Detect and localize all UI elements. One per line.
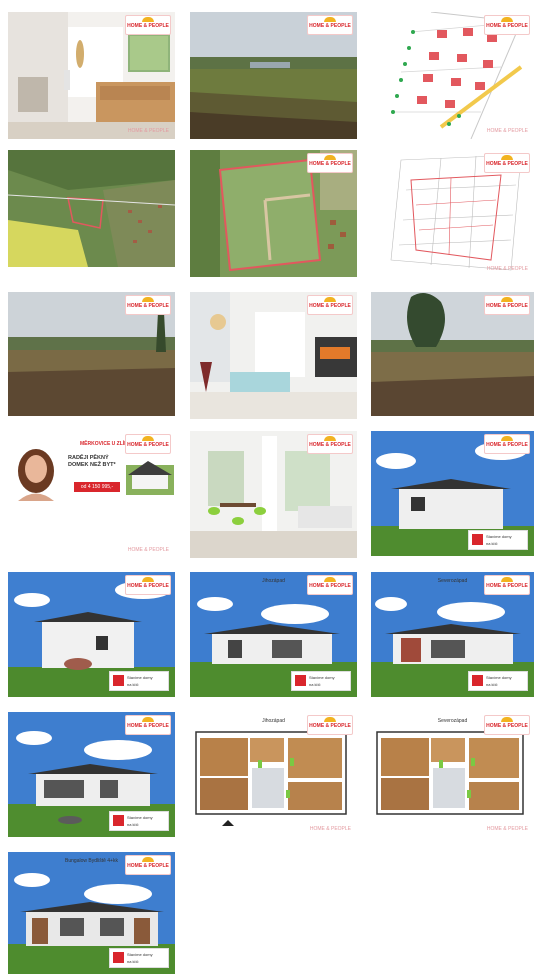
gallery-thumb-16[interactable]: HOME & PEOPLE Stavíme domy na klíč — [8, 712, 175, 837]
promo-location: MĚRKOVICE U ZLÍNA — [80, 441, 132, 447]
promo-price: od 4 150 995,- — [74, 482, 120, 492]
brand-logo: HOME & PEOPLE — [307, 295, 353, 315]
watermark: HOME & PEOPLE — [486, 266, 528, 272]
gallery-thumb-18[interactable]: Severozápad HOME & PEOPLE HOME & PEOPLE — [371, 712, 534, 837]
gallery-thumb-13[interactable]: HOME & PEOPLE Stavíme domy na klíč — [8, 572, 175, 697]
brand-logo: HOME & PEOPLE — [125, 715, 171, 735]
promo-title: RADĚJI PĚKNÝ DOMEK NEŽ BYT* — [68, 455, 116, 468]
company-badge: Stavíme domy na klíč — [291, 671, 351, 691]
gallery-thumb-7[interactable]: HOME & PEOPLE — [8, 292, 175, 416]
gallery-thumb-6[interactable]: HOME & PEOPLE HOME & PEOPLE — [371, 150, 534, 277]
company-badge: Stavíme domy na klíč — [109, 671, 169, 691]
brand-logo: HOME & PEOPLE — [125, 575, 171, 595]
gallery-thumb-12[interactable]: HOME & PEOPLE Stavíme domy na klíč — [371, 431, 534, 556]
company-badge: Stavíme domy na klíč — [468, 671, 528, 691]
brand-logo: HOME & PEOPLE — [307, 715, 353, 735]
gallery-thumb-1[interactable]: HOME & PEOPLE HOME & PEOPLE — [8, 12, 175, 139]
gallery-thumb-10[interactable]: MĚRKOVICE U ZLÍNA RADĚJI PĚKNÝ DOMEK NEŽ… — [8, 431, 175, 558]
brand-logo: HOME & PEOPLE — [484, 575, 530, 595]
brand-logo: HOME & PEOPLE — [307, 153, 353, 173]
gallery-thumb-9[interactable]: HOME & PEOPLE — [371, 292, 534, 416]
aerial-image — [8, 150, 175, 267]
brand-logo: HOME & PEOPLE — [307, 575, 353, 595]
gallery-thumb-3[interactable]: HOME & PEOPLE HOME & PEOPLE — [371, 12, 534, 139]
brand-logo: HOME & PEOPLE — [484, 15, 530, 35]
photo-gallery: HOME & PEOPLE HOME & PEOPLE HOME & PEOPL… — [0, 0, 534, 974]
gallery-thumb-2[interactable]: HOME & PEOPLE — [190, 12, 357, 139]
gallery-thumb-17[interactable]: Jihozápad HOME & PEOPLE HOME & PEOPLE — [190, 712, 357, 837]
watermark: HOME & PEOPLE — [127, 547, 169, 553]
brand-logo: HOME & PEOPLE — [125, 855, 171, 875]
gallery-thumb-11[interactable]: HOME & PEOPLE — [190, 431, 357, 558]
company-badge: Stavíme domy na klíč — [468, 530, 528, 550]
gallery-thumb-19[interactable]: Bungalow Bydliště 4+kk HOME & PEOPLE Sta… — [8, 852, 175, 974]
brand-logo: HOME & PEOPLE — [125, 295, 171, 315]
gallery-thumb-8[interactable]: HOME & PEOPLE — [190, 292, 357, 419]
watermark: HOME & PEOPLE — [486, 128, 528, 134]
watermark: HOME & PEOPLE — [127, 128, 169, 134]
brand-logo: HOME & PEOPLE — [307, 434, 353, 454]
brand-logo: HOME & PEOPLE — [484, 153, 530, 173]
brand-logo: HOME & PEOPLE — [484, 434, 530, 454]
brand-logo: HOME & PEOPLE — [484, 295, 530, 315]
brand-logo: HOME & PEOPLE — [125, 15, 171, 35]
gallery-thumb-5[interactable]: HOME & PEOPLE — [190, 150, 357, 277]
gallery-thumb-14[interactable]: Jihozápad HOME & PEOPLE Stavíme domy na k… — [190, 572, 357, 697]
company-badge: Stavíme domy na klíč — [109, 948, 169, 968]
gallery-thumb-15[interactable]: Severozápad HOME & PEOPLE Stavíme domy na… — [371, 572, 534, 697]
brand-logo: HOME & PEOPLE — [307, 15, 353, 35]
brand-logo: HOME & PEOPLE — [484, 715, 530, 735]
gallery-thumb-4[interactable] — [8, 150, 175, 267]
brand-logo: HOME & PEOPLE — [125, 434, 171, 454]
company-badge: Stavíme domy na klíč — [109, 811, 169, 831]
watermark: HOME & PEOPLE — [309, 826, 351, 832]
watermark: HOME & PEOPLE — [486, 826, 528, 832]
